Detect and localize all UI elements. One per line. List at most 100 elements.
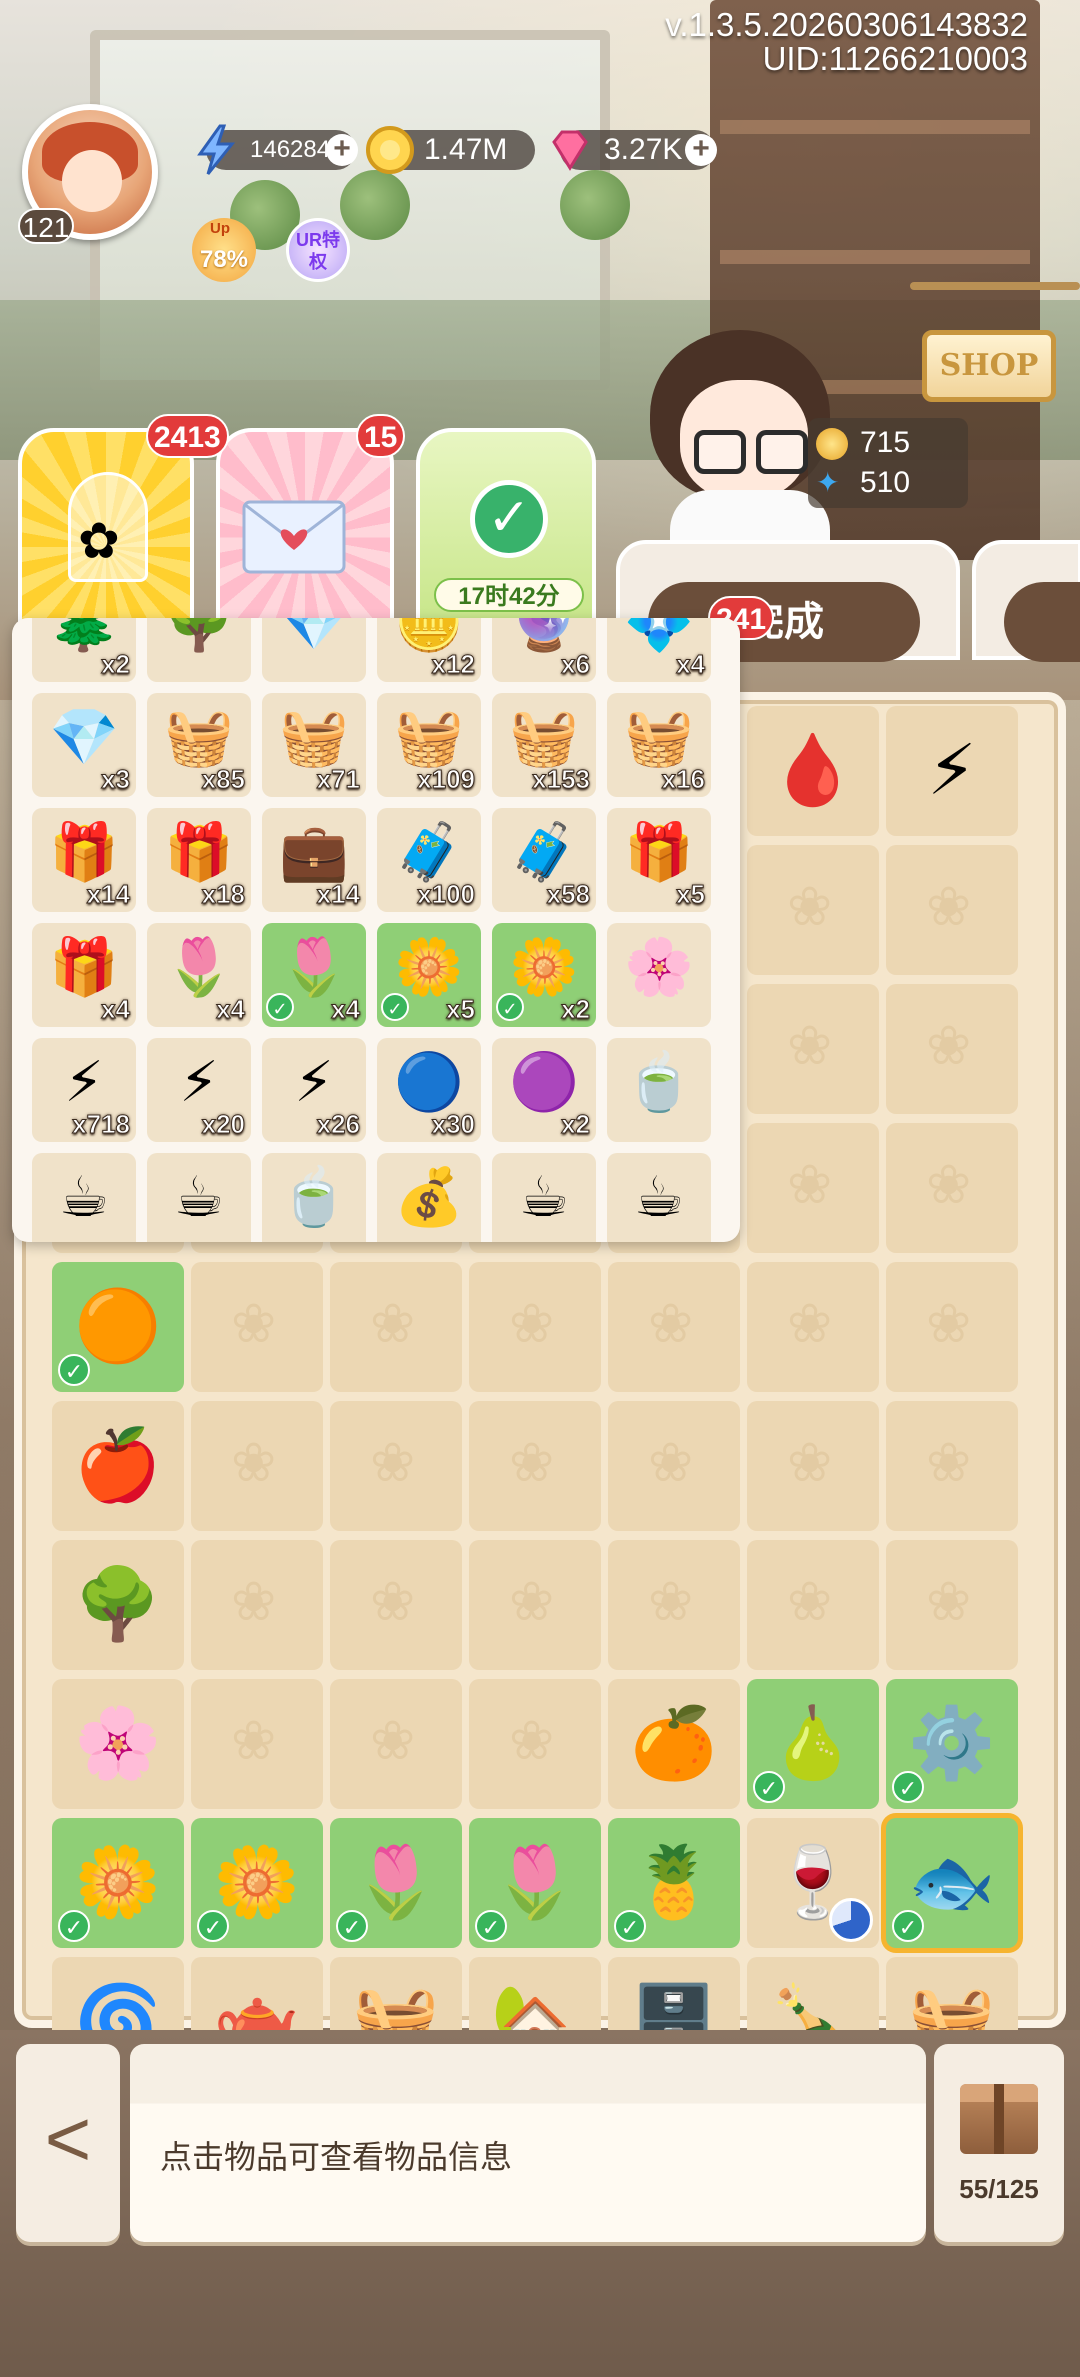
item-count: x2 [101,649,131,680]
inventory-item[interactable]: 💼 x14 [262,808,366,912]
order-card-letter[interactable] [216,428,394,628]
inventory-item[interactable]: 💎 x3 [32,693,136,797]
board-cell[interactable] [330,1262,462,1392]
board-cell[interactable] [191,1401,323,1531]
storage-box-button[interactable]: 55/125 [934,2044,1064,2242]
inventory-item[interactable]: 🍵 [607,1038,711,1142]
board-cell[interactable] [608,1401,740,1531]
version-text: v.1.3.5.20260306143832 [665,6,1028,43]
inventory-item[interactable]: 🪙 x12 [377,618,481,682]
board-cell[interactable] [747,1262,879,1392]
board-cell[interactable] [608,1540,740,1670]
gem-counter[interactable]: 3.27K + [552,130,717,171]
item-icon: 🌳 [164,618,234,653]
inventory-item[interactable]: 🧺 x85 [147,693,251,797]
board-cell[interactable]: 🍍 ✓ [608,1818,740,1948]
inventory-item[interactable]: ⚡ x20 [147,1038,251,1142]
board-cell[interactable]: 🌷 ✓ [330,1818,462,1948]
coin-counter[interactable]: 1.47M [366,126,535,174]
inventory-item[interactable]: 🌷 x4 ✓ [262,923,366,1027]
inventory-item[interactable]: 🍵 [262,1153,366,1242]
board-cell[interactable] [191,1679,323,1809]
energy-value: 146284 [250,136,331,163]
board-cell[interactable] [469,1401,601,1531]
board-cell[interactable] [330,1401,462,1531]
inventory-item[interactable]: 🌸 [607,923,711,1027]
inventory-item[interactable]: ⚡ x26 [262,1038,366,1142]
board-cell[interactable]: 🩸 [747,706,879,836]
inventory-item[interactable]: 🟣 x2 [492,1038,596,1142]
inventory-item[interactable]: 🌼 x5 ✓ [377,923,481,1027]
inventory-item[interactable]: 🧺 x109 [377,693,481,797]
inventory-item[interactable]: 🧺 x153 [492,693,596,797]
inventory-item[interactable]: 🔮 x6 [492,618,596,682]
inventory-item[interactable]: 🔵 x30 [377,1038,481,1142]
board-cell[interactable]: 🌷 ✓ [469,1818,601,1948]
add-energy-button[interactable]: + [326,134,358,166]
board-cell[interactable] [747,1123,879,1253]
energy-counter[interactable]: 146284 + [197,124,358,175]
inventory-item[interactable]: 🌼 x2 ✓ [492,923,596,1027]
inventory-item[interactable]: 🌲 x2 [32,618,136,682]
board-cell[interactable] [608,1262,740,1392]
version-info: v.1.3.5.20260306143832 UID:11266210003 [665,8,1028,76]
board-cell[interactable]: ⚙️ ✓ [886,1679,1018,1809]
inventory-item[interactable]: 🧺 x71 [262,693,366,797]
back-button[interactable]: < [16,2044,120,2242]
board-cell[interactable]: 🍊 [608,1679,740,1809]
board-cell[interactable]: 🌼 ✓ [191,1818,323,1948]
inventory-item[interactable]: 🎁 x5 [607,808,711,912]
board-cell[interactable] [886,984,1018,1114]
board-cell[interactable]: 🍎 [52,1401,184,1531]
board-cell[interactable] [886,1401,1018,1531]
inventory-item[interactable]: 💰 [377,1153,481,1242]
add-gem-button[interactable]: + [685,134,717,166]
board-cell[interactable] [747,845,879,975]
inventory-item[interactable]: 🌷 x4 [147,923,251,1027]
inventory-item[interactable]: 🧳 x100 [377,808,481,912]
board-cell[interactable]: 🟠 ✓ [52,1262,184,1392]
board-cell[interactable] [469,1540,601,1670]
inventory-item[interactable]: 💠 x4 [607,618,711,682]
board-cell[interactable] [469,1679,601,1809]
board-cell[interactable] [886,1262,1018,1392]
shop-button[interactable]: SHOP [922,330,1056,402]
boost-buff-badge[interactable]: Up 78% [192,218,256,282]
board-cell[interactable] [469,1262,601,1392]
board-cell[interactable]: 🍷 [747,1818,879,1948]
letter-icon [242,500,346,574]
inventory-item[interactable]: 🌳 [147,618,251,682]
board-cell[interactable]: 🌼 ✓ [52,1818,184,1948]
board-cell[interactable]: ⚡ [886,706,1018,836]
board-cell[interactable]: 🍐 ✓ [747,1679,879,1809]
board-cell[interactable] [886,1540,1018,1670]
board-cell[interactable] [747,984,879,1114]
item-count: x20 [201,1109,245,1140]
board-cell[interactable] [191,1262,323,1392]
board-cell[interactable]: 🌸 [52,1679,184,1809]
inventory-item[interactable]: 🧺 x16 [607,693,711,797]
board-cell[interactable] [330,1540,462,1670]
inventory-item[interactable]: 🎁 x18 [147,808,251,912]
board-cell[interactable] [886,845,1018,975]
board-cell[interactable] [747,1540,879,1670]
inventory-item[interactable]: 💎 [262,618,366,682]
inventory-item[interactable]: 🎁 x4 [32,923,136,1027]
next-order-button[interactable] [1004,582,1080,662]
inventory-item[interactable]: 🎁 x14 [32,808,136,912]
inventory-item[interactable]: ⚡ x718 [32,1038,136,1142]
merge-item-icon: 🌸 [74,1704,162,1782]
inventory-item[interactable]: ☕ [32,1153,136,1242]
board-cell[interactable] [330,1679,462,1809]
board-cell[interactable]: 🐟 ✓ [886,1818,1018,1948]
board-cell[interactable] [747,1401,879,1531]
board-cell[interactable] [191,1540,323,1670]
reward-coins: 715 [860,426,911,459]
ur-privilege-badge[interactable]: UR特权 [286,218,350,282]
board-cell[interactable] [886,1123,1018,1253]
board-cell[interactable]: 🌳 [52,1540,184,1670]
inventory-item[interactable]: 🧳 x58 [492,808,596,912]
inventory-item[interactable]: ☕ [607,1153,711,1242]
inventory-item[interactable]: ☕ [147,1153,251,1242]
inventory-item[interactable]: ☕ [492,1153,596,1242]
